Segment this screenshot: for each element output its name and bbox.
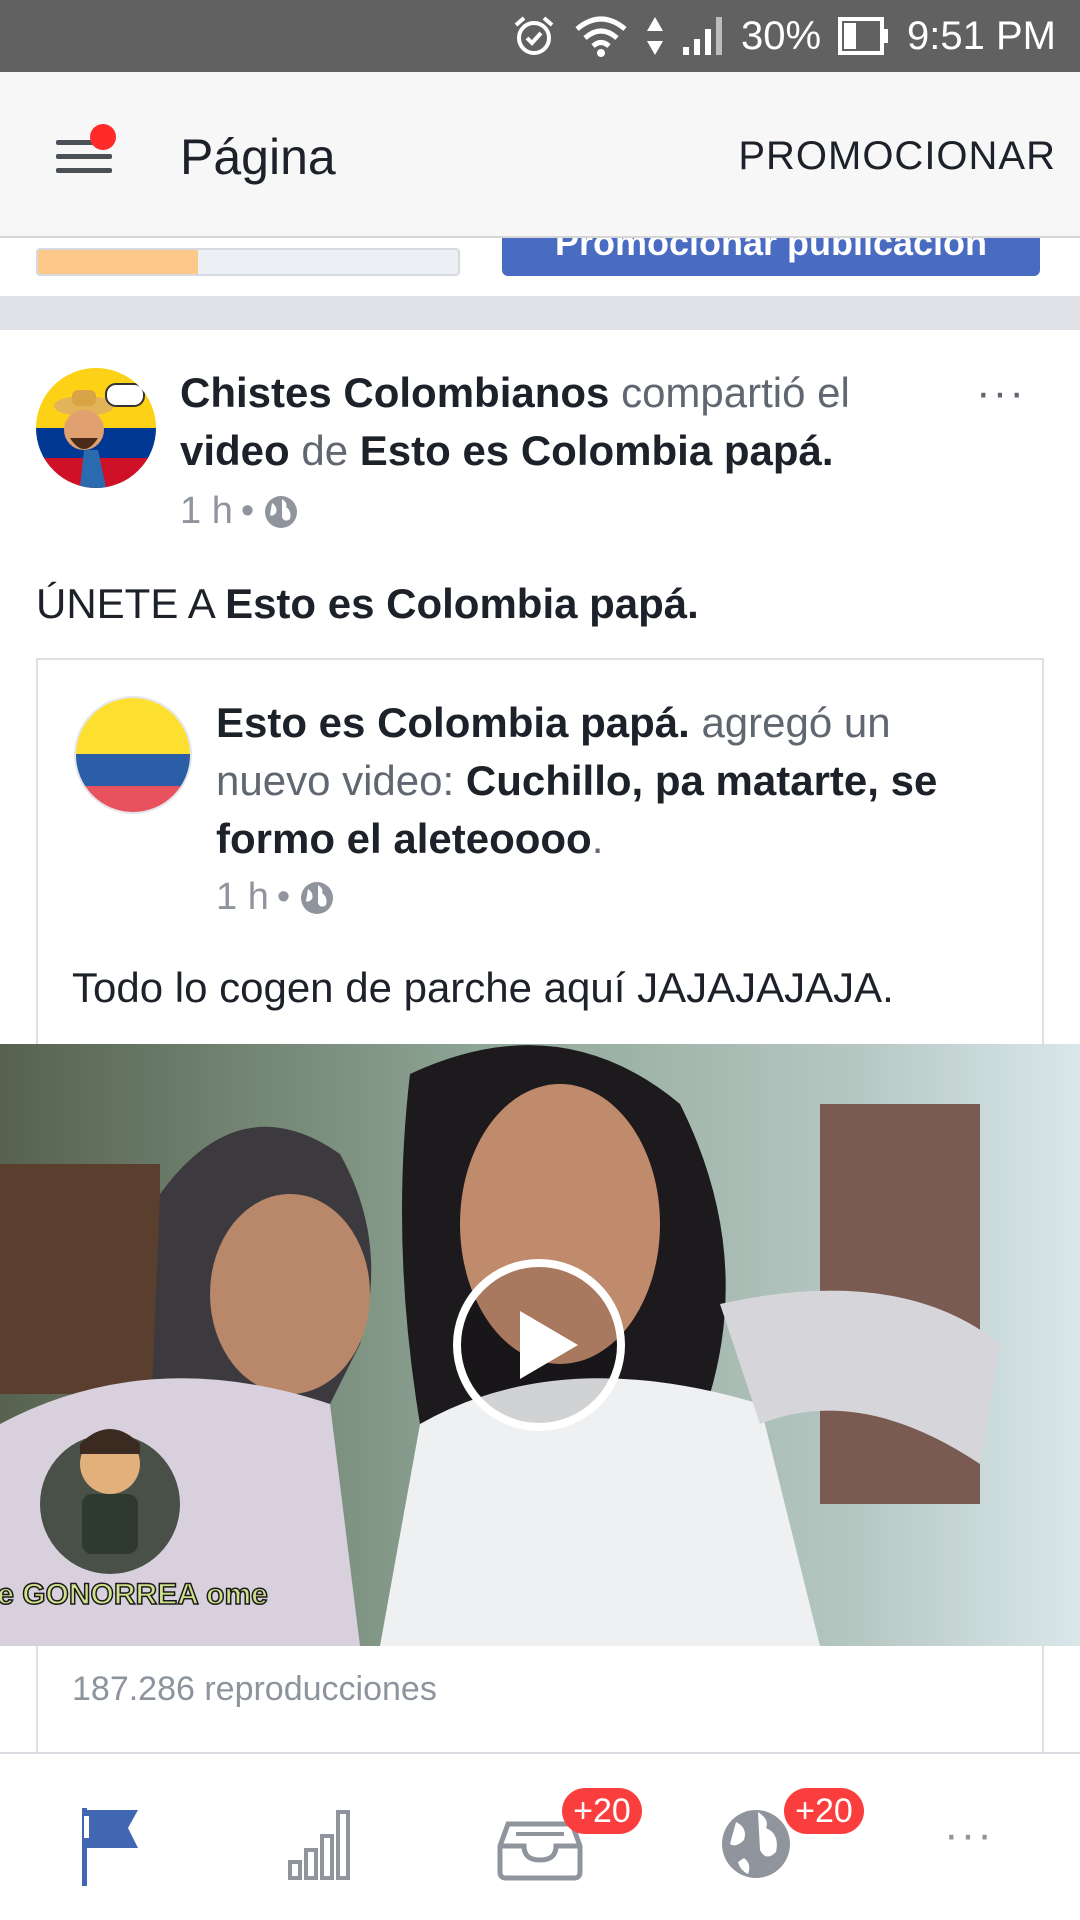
- more-icon: ···: [944, 1810, 994, 1859]
- clock: 9:51 PM: [907, 13, 1056, 58]
- alarm-icon: [514, 16, 554, 55]
- wifi-icon: [575, 16, 627, 57]
- post-connector: de: [289, 427, 360, 474]
- promote-button[interactable]: PROMOCIONAR: [738, 134, 1056, 179]
- globe-icon: [265, 495, 298, 528]
- notifications-badge: +20: [784, 1788, 864, 1834]
- post-author[interactable]: Chistes Colombianos: [180, 369, 609, 416]
- post-time[interactable]: 1 h: [180, 490, 233, 533]
- nav-notifications[interactable]: +20: [648, 1754, 864, 1920]
- shared-page-avatar[interactable]: [74, 696, 192, 814]
- meta-separator: •: [276, 876, 291, 918]
- inbox-icon: [497, 1821, 583, 1881]
- chistes-colombianos-logo: [36, 368, 156, 488]
- signal-icon: [682, 17, 722, 55]
- page-title: Página: [180, 129, 336, 185]
- nav-inbox[interactable]: +20: [432, 1754, 648, 1920]
- shared-post-time[interactable]: 1 h: [216, 876, 269, 919]
- shared-post-meta: 1 h •: [216, 876, 336, 919]
- video-watermark-text: ome GONORREA ome: [0, 1578, 268, 1611]
- post-text: ÚNETE A Esto es Colombia papá.: [36, 580, 699, 628]
- post-source[interactable]: Esto es Colombia papá.: [360, 427, 834, 474]
- post-meta: 1 h •: [180, 490, 300, 533]
- battery-icon: [838, 17, 889, 55]
- notification-dot: [90, 124, 116, 150]
- nav-more[interactable]: ···: [864, 1754, 1080, 1920]
- shared-title-end: .: [591, 815, 604, 862]
- bottom-nav: +20 +20 ···: [0, 1752, 1080, 1920]
- post-more-button[interactable]: ···: [976, 368, 1026, 418]
- post-action: compartió el: [609, 369, 850, 416]
- nav-insights[interactable]: [216, 1754, 432, 1920]
- battery-percent: 30%: [740, 13, 822, 58]
- meta-separator: •: [240, 490, 255, 532]
- post-object[interactable]: video: [180, 427, 290, 474]
- play-button[interactable]: [450, 1256, 628, 1434]
- app-header: Página PROMOCIONAR: [0, 72, 1080, 238]
- nav-page[interactable]: [0, 1754, 216, 1920]
- globe-icon: [301, 881, 334, 914]
- post-text-link[interactable]: Esto es Colombia papá.: [225, 580, 699, 627]
- colombia-flag-logo: [76, 698, 190, 812]
- globe-notifications-icon: [722, 1810, 790, 1878]
- status-bar: 30% 9:51 PM: [0, 0, 1080, 72]
- post-text-prefix: ÚNETE A: [36, 580, 226, 627]
- feed-separator: [0, 296, 1080, 330]
- progress-fill: [38, 250, 198, 274]
- post-header: Chistes Colombianos compartió el video d…: [180, 364, 950, 480]
- flag-icon: [82, 1808, 138, 1886]
- promote-post-button[interactable]: Promocionar publicación: [502, 238, 1040, 276]
- shared-author[interactable]: Esto es Colombia papá.: [216, 699, 690, 746]
- promote-post-label: Promocionar publicación: [554, 238, 988, 263]
- shared-post-text: Todo lo cogen de parche aquí JAJAJAJAJA.: [72, 964, 894, 1011]
- insights-icon: [288, 1810, 350, 1880]
- inbox-badge: +20: [562, 1788, 642, 1834]
- play-icon: [453, 1259, 625, 1431]
- view-count: 187.286 reproducciones: [72, 1670, 437, 1708]
- page-avatar[interactable]: [36, 368, 156, 488]
- budget-progress-bar: [36, 248, 460, 276]
- shared-post-header: Esto es Colombia papá. agregó un nuevo v…: [216, 694, 1016, 868]
- data-arrows-icon: [646, 17, 663, 55]
